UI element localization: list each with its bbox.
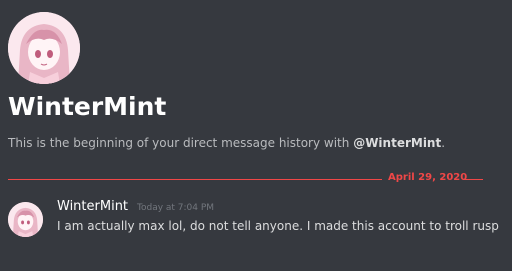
avatar-image (8, 202, 43, 237)
channel-username: WinterMint (8, 92, 167, 121)
message-content: I am actually max lol, do not tell anyon… (57, 219, 499, 233)
message-timestamp: Today at 7:04 PM (137, 203, 215, 213)
divider-line-left (8, 179, 382, 180)
intro-prefix: This is the beginning of your direct mes… (8, 136, 354, 150)
divider-line-right (463, 179, 483, 180)
message-author[interactable]: WinterMint (57, 199, 128, 214)
user-mention[interactable]: @WinterMint (353, 136, 441, 150)
intro-suffix: . (441, 136, 446, 150)
divider-date: April 29, 2020 (388, 172, 468, 183)
avatar-image (8, 12, 80, 84)
channel-intro-text: This is the beginning of your direct mes… (8, 136, 445, 150)
profile-avatar-large[interactable] (8, 12, 80, 84)
date-divider: April 29, 2020 (8, 172, 483, 187)
message-avatar[interactable] (8, 202, 43, 237)
